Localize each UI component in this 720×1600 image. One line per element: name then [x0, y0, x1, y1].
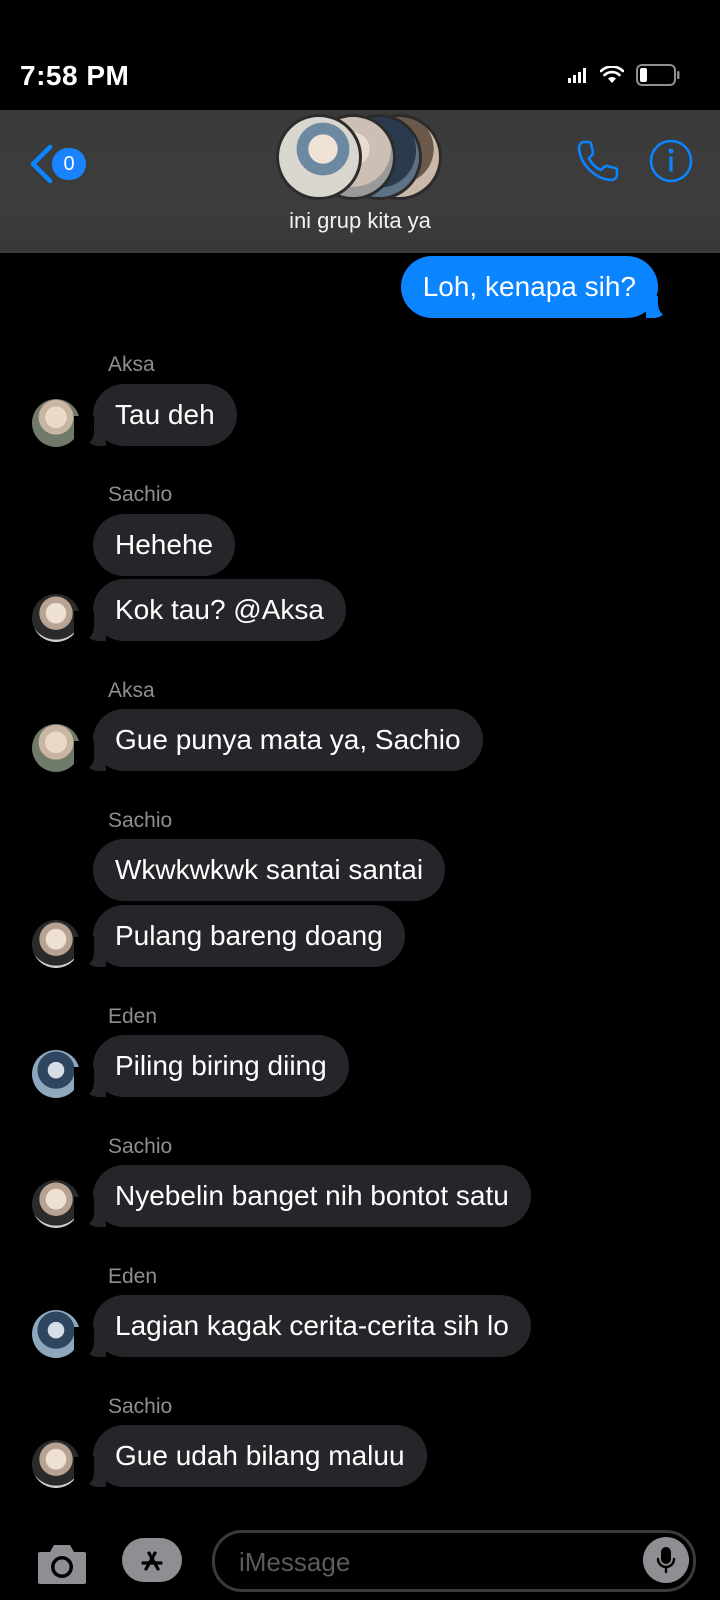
bubble-tail	[74, 1067, 106, 1097]
conversation-header: 0 ini grup kita ya	[0, 110, 720, 253]
battery-icon	[636, 64, 680, 86]
info-button[interactable]	[648, 138, 694, 184]
incoming-message[interactable]: Gue punya mata ya, Sachio	[93, 709, 483, 771]
incoming-message[interactable]: Hehehe	[93, 514, 236, 576]
sender-name: Sachio	[108, 1395, 173, 1418]
group-member-avatar	[276, 114, 362, 200]
info-icon	[649, 139, 693, 183]
sender-name: Eden	[108, 1265, 158, 1288]
camera-button[interactable]	[36, 1540, 88, 1586]
call-button[interactable]	[575, 138, 621, 184]
bubble-tail	[74, 416, 106, 446]
imessage-placeholder: iMessage	[239, 1547, 351, 1577]
incoming-message[interactable]: Tau deh	[93, 384, 237, 446]
outgoing-message[interactable]: Loh, kenapa sih?	[400, 256, 658, 318]
group-name[interactable]: ini grup kita ya	[0, 208, 720, 234]
avatar[interactable]	[32, 724, 80, 772]
bubble-tail	[74, 937, 106, 967]
avatar[interactable]	[32, 594, 80, 642]
incoming-message[interactable]: Pulang bareng doang	[93, 905, 405, 967]
bubble-tail	[74, 1327, 106, 1357]
avatar[interactable]	[32, 1440, 80, 1488]
incoming-message[interactable]: Gue udah bilang maluu	[93, 1425, 427, 1487]
avatar[interactable]	[32, 1310, 80, 1358]
back-chevron-icon	[30, 144, 53, 184]
incoming-message[interactable]: Wkwkwkwk santai santai	[93, 839, 446, 901]
compose-bar: iMessage	[0, 1528, 720, 1600]
bubble-tail	[646, 288, 678, 318]
status-bar: 7:58 PM	[0, 0, 720, 110]
incoming-message[interactable]: Nyebelin banget nih bontot satu	[93, 1165, 531, 1227]
avatar[interactable]	[32, 1180, 80, 1228]
bubble-tail	[74, 741, 106, 771]
wifi-icon	[600, 66, 624, 83]
incoming-message[interactable]: Kok tau? @Aksa	[93, 579, 346, 641]
camera-icon	[38, 1545, 86, 1584]
phone-icon	[577, 140, 619, 182]
status-time: 7:58 PM	[20, 60, 130, 91]
dictation-button[interactable]	[643, 1537, 689, 1583]
bubble-tail	[74, 1457, 106, 1487]
avatar[interactable]	[32, 399, 80, 447]
status-icons	[568, 64, 680, 86]
sender-name: Sachio	[108, 809, 173, 832]
app-store-icon	[141, 1551, 163, 1571]
cellular-signal-icon	[568, 68, 586, 83]
group-avatar[interactable]	[276, 114, 446, 200]
sender-name: Eden	[108, 1005, 158, 1028]
app-store-button[interactable]	[122, 1538, 182, 1582]
sender-name: Sachio	[108, 1135, 173, 1158]
unread-badge: 0	[52, 148, 86, 180]
avatar[interactable]	[32, 1050, 80, 1098]
imessage-input[interactable]: iMessage	[212, 1530, 696, 1592]
sender-name: Aksa	[108, 679, 155, 702]
incoming-message[interactable]: Lagian kagak cerita-cerita sih lo	[93, 1295, 531, 1357]
back-button[interactable]: 0	[22, 134, 92, 194]
sender-name: Sachio	[108, 483, 173, 506]
bubble-tail	[74, 611, 106, 641]
bubble-tail	[74, 1197, 106, 1227]
sender-name: Aksa	[108, 353, 155, 376]
microphone-icon	[656, 1547, 676, 1574]
avatar[interactable]	[32, 920, 80, 968]
incoming-message[interactable]: Piling biring diing	[93, 1035, 349, 1097]
messages-screen: 7:58 PM 0 ini grup kita ya Loh, kenapa s…	[0, 0, 720, 1600]
message-list: Loh, kenapa sih? Aksa Tau deh Sachio Heh…	[0, 253, 720, 1528]
